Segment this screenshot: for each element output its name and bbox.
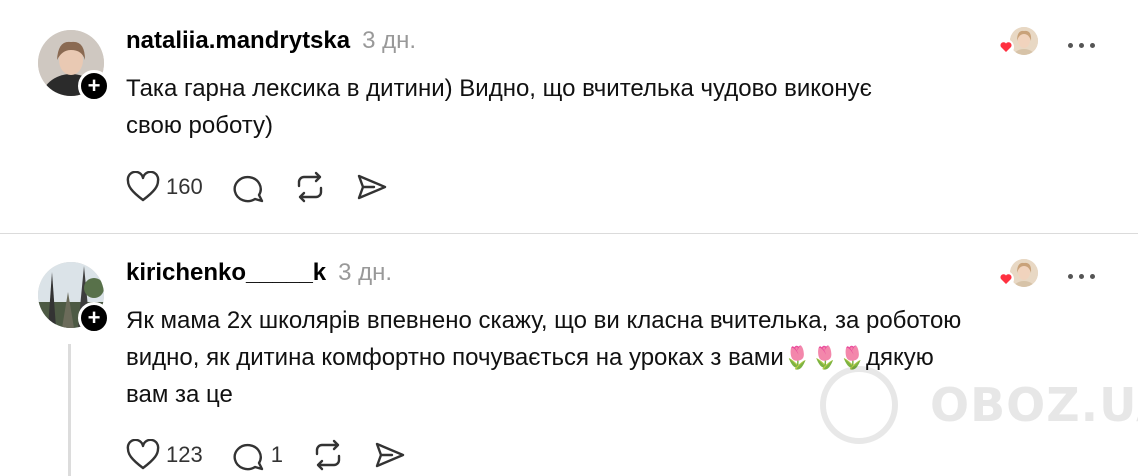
- reply-button[interactable]: [231, 171, 265, 203]
- send-icon: [375, 442, 405, 468]
- post-actions: 123 1: [126, 439, 435, 471]
- follow-plus-icon[interactable]: +: [78, 302, 110, 334]
- watermark-globe-icon: [820, 366, 898, 444]
- share-button[interactable]: [373, 439, 407, 471]
- liked-by-author-icon: [998, 259, 1038, 293]
- follow-plus-icon[interactable]: +: [78, 70, 110, 102]
- timestamp[interactable]: 3 дн.: [362, 27, 416, 55]
- speech-bubble-icon: [233, 443, 263, 471]
- post-header: nataliia.mandrytska 3 дн.: [126, 27, 416, 59]
- like-count: 123: [166, 442, 203, 467]
- author-mini-avatar: [1010, 259, 1038, 287]
- username[interactable]: kirichenko_____k: [126, 259, 326, 287]
- watermark-logo: OBOZ.UA: [820, 366, 1138, 446]
- username[interactable]: nataliia.mandrytska: [126, 27, 350, 55]
- thread-post-1: + nataliia.mandrytska 3 дн. Така гарна л…: [0, 0, 1138, 234]
- watermark-text: OBOZ.UA: [930, 378, 1138, 432]
- repost-button[interactable]: [311, 439, 345, 471]
- heart-outline-icon: [126, 439, 160, 470]
- like-count: 160: [166, 174, 203, 199]
- author-avatar[interactable]: +: [38, 30, 110, 102]
- author-avatar[interactable]: +: [38, 262, 110, 334]
- post-text-line: свою роботу): [126, 112, 274, 139]
- reply-button[interactable]: 1: [231, 439, 283, 471]
- like-button[interactable]: 123: [126, 439, 203, 471]
- repost-icon: [315, 439, 341, 471]
- speech-bubble-icon: [233, 175, 263, 203]
- share-button[interactable]: [355, 171, 389, 203]
- post-text-line: Як мама 2х школярів впевнено скажу, що в…: [126, 307, 962, 334]
- repost-button[interactable]: [293, 171, 327, 203]
- repost-icon: [297, 171, 322, 203]
- more-dots-icon[interactable]: [1068, 40, 1104, 50]
- heart-filled-icon: [998, 271, 1014, 287]
- post-text-line: Така гарна лексика в дитини) Видно, що в…: [126, 75, 872, 102]
- like-button[interactable]: 160: [126, 171, 203, 203]
- post-text: Така гарна лексика в дитини) Видно, що в…: [126, 70, 1026, 144]
- heart-filled-icon: [998, 39, 1014, 55]
- timestamp[interactable]: 3 дн.: [338, 259, 392, 287]
- post-header: kirichenko_____k 3 дн.: [126, 259, 392, 291]
- reply-count: 1: [270, 442, 283, 467]
- author-mini-avatar: [1010, 27, 1038, 55]
- post-text-segment: видно, як дитина комфортно почувається н…: [126, 344, 784, 371]
- send-icon: [357, 174, 386, 200]
- thread-connector-line: [68, 344, 71, 476]
- liked-by-author-icon: [998, 27, 1038, 61]
- heart-outline-icon: [126, 171, 160, 202]
- more-dots-icon[interactable]: [1068, 271, 1104, 281]
- post-actions: 160: [126, 171, 417, 203]
